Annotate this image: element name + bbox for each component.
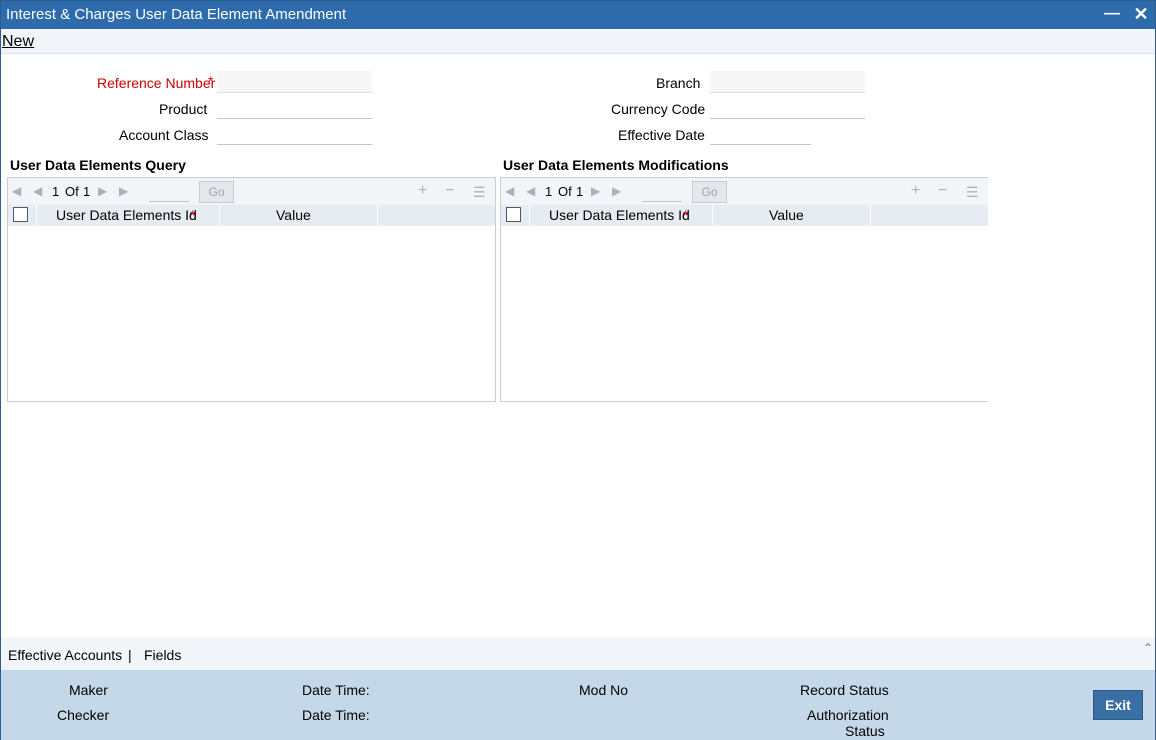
query-section-title: User Data Elements Query [10,157,186,173]
effective-date-label: Effective Date [618,127,705,143]
required-marker: * [683,207,689,223]
mod-page-current: 1 [545,184,553,199]
query-page-input[interactable] [149,182,189,202]
branch-label: Branch [656,75,701,91]
query-page-total: 1 [83,184,91,199]
bottom-tab-bar: Effective Accounts | Fields ⌃ [1,637,1155,670]
query-go-button[interactable]: Go [199,181,234,203]
product-label: Product [159,101,208,117]
delete-row-icon[interactable]: − [445,182,454,200]
column-divider [377,205,378,226]
required-marker: * [208,73,214,89]
authorization-status-label-line2: Status [845,723,885,739]
account-class-label: Account Class [119,127,209,143]
exit-button[interactable]: Exit [1093,690,1143,720]
query-col-value-header[interactable]: Value [276,207,311,223]
branch-field[interactable] [710,71,865,93]
product-field[interactable] [217,97,372,119]
maker-label: Maker [69,682,108,698]
column-divider [870,205,871,226]
delete-row-icon[interactable]: − [938,182,947,200]
effective-accounts-tab[interactable]: Effective Accounts [8,647,122,663]
menu-bar: New [1,29,1155,54]
add-row-icon[interactable]: + [418,182,427,200]
title-bar: Interest & Charges User Data Element Ame… [1,1,1155,29]
mod-section-title: User Data Elements Modifications [503,157,729,173]
single-view-icon[interactable]: ☰ [473,184,486,201]
query-grid-header: User Data Elements Id * Value [8,205,495,226]
query-col-id-header[interactable]: User Data Elements Id [56,207,197,223]
maker-date-time-label: Date Time: [302,682,370,698]
mod-grid-header: User Data Elements Id * Value [501,205,988,226]
column-divider [712,205,713,226]
mod-col-value-header[interactable]: Value [769,207,804,223]
next-page-icon[interactable]: ▶ [591,184,600,198]
close-icon[interactable]: ✕ [1132,5,1150,23]
column-divider [529,205,530,226]
account-class-field[interactable] [217,123,372,145]
query-page-current: 1 [52,184,60,199]
last-page-icon[interactable]: ▶​ [612,184,621,198]
mod-col-id-header[interactable]: User Data Elements Id [549,207,690,223]
first-page-icon[interactable]: ◀​ [505,184,514,198]
single-view-icon[interactable]: ☰ [966,184,979,201]
audit-footer: Maker Checker Date Time: Date Time: Mod … [1,670,1155,740]
authorization-status-label: Authorization [807,707,889,723]
add-row-icon[interactable]: + [911,182,920,200]
minimize-icon[interactable]: — [1103,5,1121,23]
mod-go-button[interactable]: Go [692,181,727,203]
required-marker: * [190,207,196,223]
currency-code-label: Currency Code [611,101,706,117]
first-page-icon[interactable]: ◀​ [12,184,21,198]
prev-page-icon[interactable]: ◀ [33,184,42,198]
mod-grid-toolbar: ◀​ ◀ 1 Of 1 ▶ ▶​ Go + − ☰ [501,178,988,205]
chevron-up-icon[interactable]: ⌃ [1143,641,1153,655]
reference-number-label: Reference Number [97,75,216,91]
next-page-icon[interactable]: ▶ [98,184,107,198]
query-page-of: Of [65,184,79,199]
prev-page-icon[interactable]: ◀ [526,184,535,198]
fields-tab[interactable]: Fields [144,647,181,663]
mod-page-total: 1 [576,184,584,199]
tab-separator: | [128,647,132,663]
column-divider [36,205,37,226]
record-status-label: Record Status [800,682,889,698]
column-divider [219,205,220,226]
mod-no-label: Mod No [579,682,629,698]
checker-label: Checker [57,707,110,723]
main-window: Interest & Charges User Data Element Ame… [0,0,1156,740]
mod-page-input[interactable] [642,182,682,202]
mod-grid: ◀​ ◀ 1 Of 1 ▶ ▶​ Go + − ☰ User Data Elem… [500,177,988,402]
checker-date-time-label: Date Time: [302,707,370,723]
new-menu-item[interactable]: New [2,33,34,51]
currency-code-field[interactable] [710,97,865,119]
last-page-icon[interactable]: ▶​ [119,184,128,198]
reference-number-field[interactable] [217,71,372,93]
window-title: Interest & Charges User Data Element Ame… [6,6,347,23]
mod-select-all-checkbox[interactable] [506,207,521,222]
effective-date-field[interactable] [710,123,811,145]
query-grid: ◀​ ◀ 1 Of 1 ▶ ▶​ Go + − ☰ User Data Elem… [7,177,496,402]
query-grid-toolbar: ◀​ ◀ 1 Of 1 ▶ ▶​ Go + − ☰ [8,178,495,205]
query-select-all-checkbox[interactable] [13,207,28,222]
mod-page-of: Of [558,184,572,199]
